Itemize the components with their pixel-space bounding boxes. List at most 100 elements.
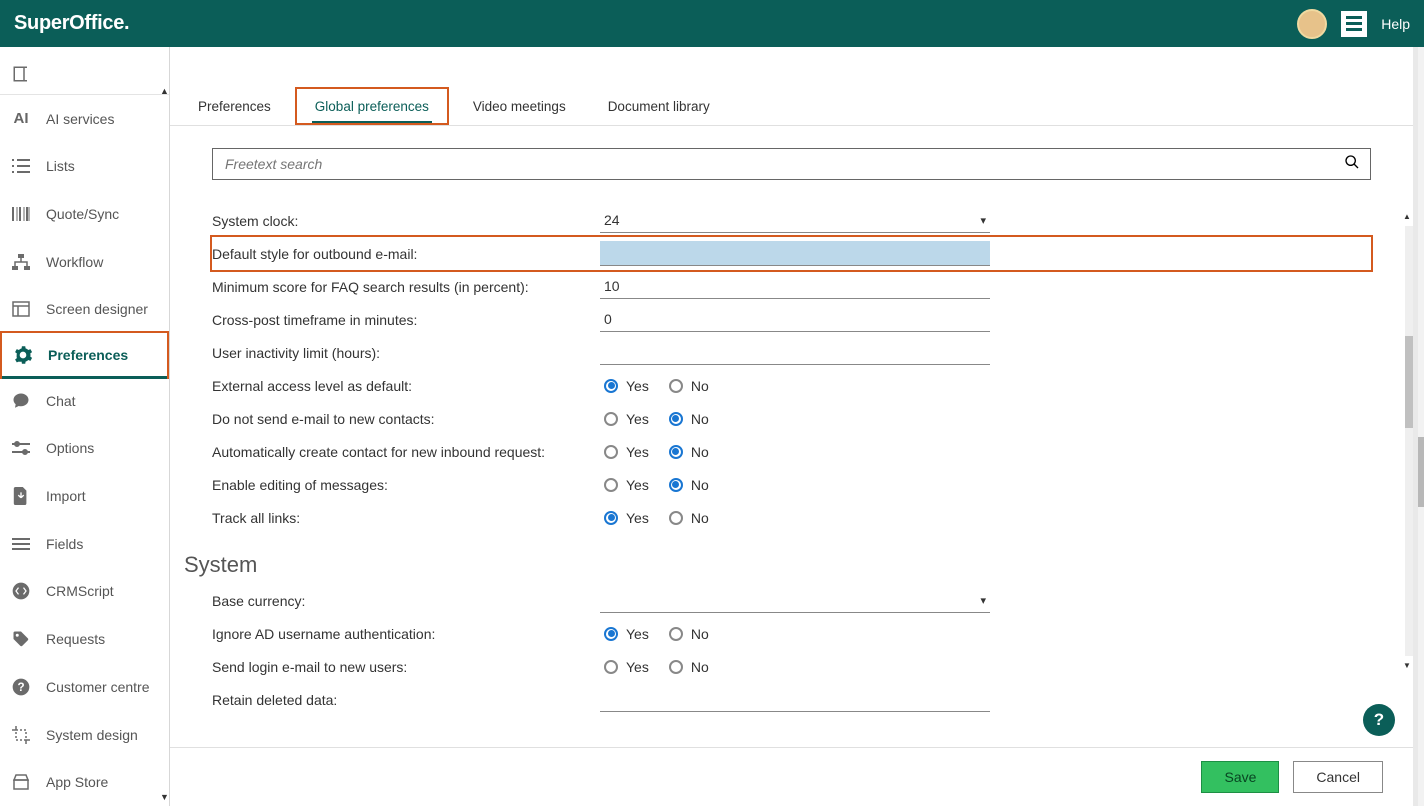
search-field[interactable]: [212, 148, 1371, 180]
sidebar-item-ai-services[interactable]: AI AI services: [0, 95, 169, 143]
sidebar-item-label: Import: [46, 488, 86, 504]
radio-auto-create-no[interactable]: No: [669, 444, 709, 460]
row-crosspost: Cross-post timeframe in minutes: 0: [212, 303, 1371, 336]
sidebar-item-chat[interactable]: Chat: [0, 377, 169, 425]
sidebar-item-crmscript[interactable]: CRMScript: [0, 568, 169, 616]
crop-icon: [10, 724, 32, 746]
content-scrollbar[interactable]: ▲ ▼: [1405, 226, 1413, 656]
sidebar-item-preferences[interactable]: Preferences: [0, 331, 169, 379]
svg-text:?: ?: [17, 681, 24, 694]
input-retain[interactable]: [600, 687, 990, 712]
radio-do-not-send-yes[interactable]: Yes: [604, 411, 649, 427]
radio-enable-edit-no[interactable]: No: [669, 477, 709, 493]
tab-global-preferences[interactable]: Global preferences: [295, 87, 449, 125]
hamburger-icon[interactable]: [1341, 11, 1367, 37]
tab-document-library[interactable]: Document library: [590, 87, 728, 125]
sidebar-item-requests[interactable]: Requests: [0, 615, 169, 663]
row-enable-edit: Enable editing of messages: Yes No: [212, 468, 1371, 501]
import-icon: [10, 485, 32, 507]
radio-do-not-send-no[interactable]: No: [669, 411, 709, 427]
radio-external-access-yes[interactable]: Yes: [604, 378, 649, 394]
label-system-clock: System clock:: [212, 213, 600, 229]
label-send-login: Send login e-mail to new users:: [212, 659, 600, 675]
main-panel: Preferences Global preferences Video mee…: [170, 47, 1417, 806]
sidebar-scroll-up-icon[interactable]: ▲: [160, 86, 169, 96]
footer-bar: Save Cancel: [170, 747, 1413, 806]
right-edge-scroll-thumb[interactable]: [1418, 437, 1424, 507]
search-icon[interactable]: [1344, 154, 1360, 175]
sidebar-item-label: System design: [46, 727, 138, 743]
label-inactivity: User inactivity limit (hours):: [212, 345, 600, 361]
sidebar-item-label: CRMScript: [46, 583, 114, 599]
radio-send-login-no[interactable]: No: [669, 659, 709, 675]
select-base-currency[interactable]: ▾: [600, 588, 990, 613]
sidebar-item-label: Requests: [46, 631, 105, 647]
sidebar-item-home[interactable]: [0, 55, 169, 95]
sidebar-item-label: Quote/Sync: [46, 206, 119, 222]
code-icon: [10, 580, 32, 602]
sidebar-item-label: App Store: [46, 774, 108, 790]
sidebar-item-app-store[interactable]: App Store: [0, 758, 169, 806]
sidebar-item-system-design[interactable]: System design: [0, 711, 169, 759]
input-crosspost[interactable]: 0: [600, 307, 990, 332]
sidebar-item-screen-designer[interactable]: Screen designer: [0, 285, 169, 333]
help-fab[interactable]: ?: [1363, 704, 1395, 736]
row-track-links: Track all links: Yes No: [212, 501, 1371, 534]
sidebar-item-options[interactable]: Options: [0, 425, 169, 473]
sidebar-item-workflow[interactable]: Workflow: [0, 238, 169, 286]
search-input[interactable]: [223, 155, 1344, 173]
sidebar-item-customer-centre[interactable]: ? Customer centre: [0, 663, 169, 711]
right-edge-scrollbar[interactable]: [1417, 47, 1424, 806]
select-system-clock[interactable]: 24 ▾: [600, 208, 990, 233]
cancel-button[interactable]: Cancel: [1293, 761, 1383, 793]
radio-track-links-yes[interactable]: Yes: [604, 510, 649, 526]
input-inactivity[interactable]: [600, 340, 990, 365]
scroll-down-icon[interactable]: ▼: [1403, 661, 1411, 670]
label-auto-create: Automatically create contact for new inb…: [212, 444, 600, 460]
row-inactivity: User inactivity limit (hours):: [212, 336, 1371, 369]
sidebar-item-import[interactable]: Import: [0, 472, 169, 520]
sliders-icon: [10, 437, 32, 459]
label-external-access: External access level as default:: [212, 378, 600, 394]
label-track-links: Track all links:: [212, 510, 600, 526]
radio-auto-create-yes[interactable]: Yes: [604, 444, 649, 460]
help-link[interactable]: Help: [1381, 16, 1410, 32]
scroll-thumb[interactable]: [1405, 336, 1413, 428]
save-button[interactable]: Save: [1201, 761, 1279, 793]
section-heading-system: System: [184, 552, 1371, 578]
row-external-access: External access level as default: Yes No: [212, 369, 1371, 402]
label-ignore-ad: Ignore AD username authentication:: [212, 626, 600, 642]
scroll-up-icon[interactable]: ▲: [1403, 212, 1411, 221]
tab-preferences[interactable]: Preferences: [180, 87, 289, 125]
tag-icon: [10, 628, 32, 650]
sidebar-scroll-down-icon[interactable]: ▼: [160, 792, 169, 802]
label-default-style: Default style for outbound e-mail:: [212, 246, 600, 262]
sidebar-item-label: Screen designer: [46, 301, 148, 317]
sidebar-item-lists[interactable]: Lists: [0, 142, 169, 190]
radio-send-login-yes[interactable]: Yes: [604, 659, 649, 675]
avatar[interactable]: [1297, 9, 1327, 39]
radio-external-access-no[interactable]: No: [669, 378, 709, 394]
radio-enable-edit-yes[interactable]: Yes: [604, 477, 649, 493]
question-icon: ?: [10, 676, 32, 698]
brand-logo: SuperOffice.: [14, 12, 129, 35]
input-min-score[interactable]: 10: [600, 274, 990, 299]
sidebar-item-quote-sync[interactable]: Quote/Sync: [0, 190, 169, 238]
input-default-style[interactable]: [600, 241, 990, 266]
chat-icon: [10, 390, 32, 412]
label-crosspost: Cross-post timeframe in minutes:: [212, 312, 600, 328]
sidebar-item-label: Fields: [46, 536, 83, 552]
gear-icon: [12, 344, 34, 366]
screen-icon: [10, 298, 32, 320]
radio-track-links-no[interactable]: No: [669, 510, 709, 526]
tab-video-meetings[interactable]: Video meetings: [455, 87, 584, 125]
label-enable-edit: Enable editing of messages:: [212, 477, 600, 493]
radio-ignore-ad-no[interactable]: No: [669, 626, 709, 642]
sidebar-item-fields[interactable]: Fields: [0, 520, 169, 568]
tab-bar: Preferences Global preferences Video mee…: [170, 87, 1413, 126]
label-do-not-send: Do not send e-mail to new contacts:: [212, 411, 600, 427]
radio-ignore-ad-yes[interactable]: Yes: [604, 626, 649, 642]
sidebar: ▲ ▼ AI AI services Lists Quote/Sync: [0, 47, 170, 806]
barcode-icon: [10, 203, 32, 225]
fields-icon: [10, 533, 32, 555]
